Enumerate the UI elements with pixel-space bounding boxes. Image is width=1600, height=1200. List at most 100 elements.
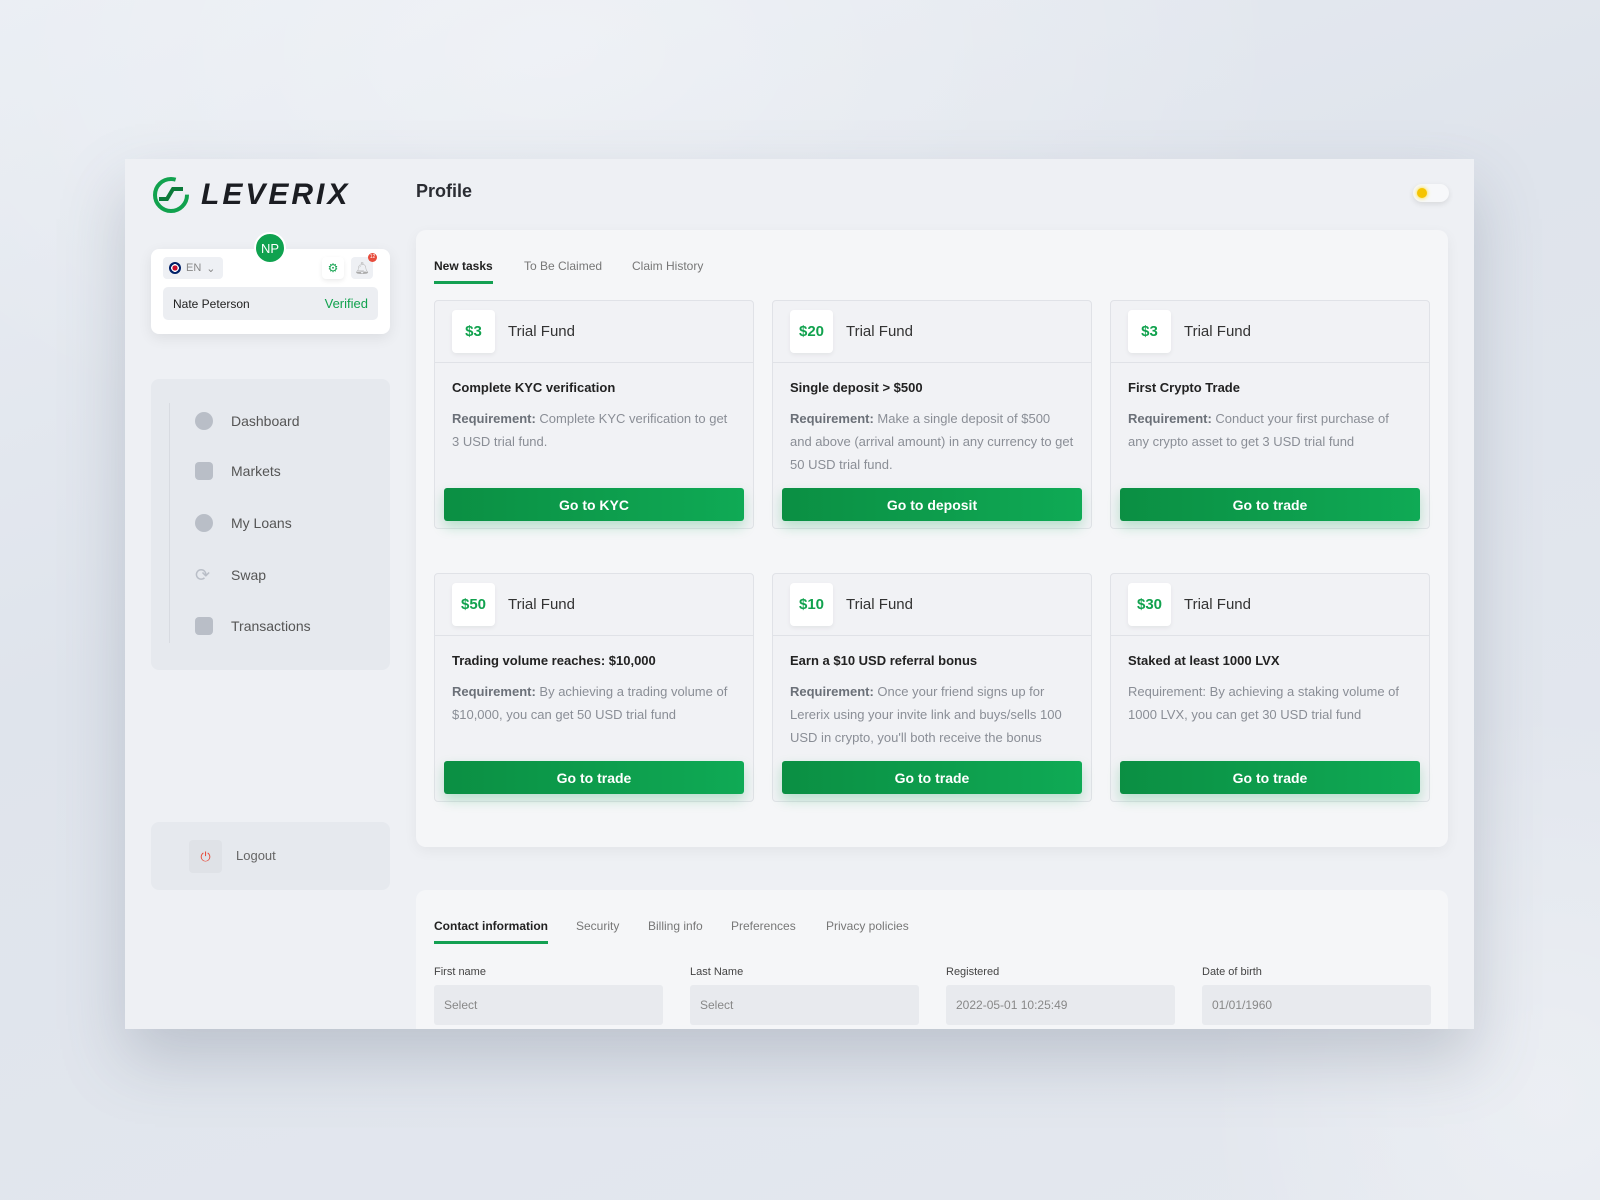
user-card: NP EN ⌄ ⚙ 🔔︎ 12 Nate Peterson Verified <box>151 232 390 334</box>
notifications-button[interactable]: 🔔︎ 12 <box>351 253 377 279</box>
task-requirement: Requirement: Once your friend signs up f… <box>790 680 1074 752</box>
sidebar-item-transactions[interactable]: Transactions <box>195 617 311 635</box>
profile-panel: Contact information Security Billing inf… <box>416 890 1448 1029</box>
loan-icon <box>195 514 213 532</box>
logo[interactable]: LEVERIX <box>151 175 350 215</box>
chevron-down-icon: ⌄ <box>206 262 216 275</box>
gear-icon: ⚙ <box>327 261 339 275</box>
task-title: Trading volume reaches: $10,000 <box>452 653 656 668</box>
task-action-button[interactable]: Go to trade <box>1120 761 1420 794</box>
tab-privacy-policies[interactable]: Privacy policies <box>826 919 909 941</box>
tab-contact-information[interactable]: Contact information <box>434 919 548 944</box>
page-title: Profile <box>416 181 473 201</box>
task-card: $30 Trial Fund Staked at least 1000 LVX … <box>1110 573 1430 802</box>
pie-chart-icon <box>195 412 213 430</box>
task-card: $20 Trial Fund Single deposit > $500 Req… <box>772 300 1092 529</box>
last-name-field[interactable]: Select <box>690 985 919 1025</box>
avatar[interactable]: NP <box>254 232 286 264</box>
task-card: $10 Trial Fund Earn a $10 USD referral b… <box>772 573 1092 802</box>
bell-icon: 🔔︎ <box>354 261 370 275</box>
logo-text: LEVERIX <box>201 178 351 211</box>
fund-amount-badge: $3 <box>452 310 495 353</box>
tab-new-tasks[interactable]: New tasks <box>434 259 493 284</box>
logout-button[interactable]: Logout <box>236 848 276 863</box>
fund-label: Trial Fund <box>1184 323 1251 340</box>
task-requirement: Requirement: Make a single deposit of $5… <box>790 407 1074 479</box>
tab-claim-history[interactable]: Claim History <box>632 259 703 281</box>
task-action-button[interactable]: Go to trade <box>444 761 744 794</box>
requirement-label: Requirement: <box>1128 684 1207 699</box>
last-name-label: Last Name <box>690 966 744 978</box>
settings-button[interactable]: ⚙ <box>322 257 344 279</box>
fund-label: Trial Fund <box>508 323 575 340</box>
fund-label: Trial Fund <box>508 596 575 613</box>
requirement-label: Requirement: <box>790 684 874 699</box>
notification-badge: 12 <box>368 253 377 262</box>
first-name-field[interactable]: Select <box>434 985 663 1025</box>
task-card-header: $3 Trial Fund <box>1111 301 1429 363</box>
verified-status: Verified <box>324 296 368 311</box>
fund-amount-badge: $50 <box>452 583 495 626</box>
task-action-button[interactable]: Go to trade <box>1120 488 1420 521</box>
tab-billing-info[interactable]: Billing info <box>648 919 703 941</box>
tab-to-be-claimed[interactable]: To Be Claimed <box>524 259 602 281</box>
sidebar-item-swap[interactable]: ⟳ Swap <box>195 566 266 584</box>
fund-amount-badge: $3 <box>1128 310 1171 353</box>
task-card-header: $3 Trial Fund <box>435 301 753 363</box>
sidebar-item-label: My Loans <box>231 515 292 531</box>
nav-divider <box>169 403 170 643</box>
sidebar-item-my-loans[interactable]: My Loans <box>195 514 292 532</box>
task-title: Complete KYC verification <box>452 380 616 395</box>
list-icon <box>195 617 213 635</box>
fund-amount-badge: $20 <box>790 310 833 353</box>
requirement-label: Requirement: <box>1128 411 1212 426</box>
language-label: EN <box>186 262 202 274</box>
bank-icon <box>195 462 213 480</box>
task-action-button[interactable]: Go to trade <box>782 761 1082 794</box>
sidebar-nav: Dashboard Markets My Loans ⟳ Swap Transac… <box>151 379 390 670</box>
fund-label: Trial Fund <box>1184 596 1251 613</box>
uk-flag-icon <box>169 262 181 274</box>
sidebar-item-label: Swap <box>231 567 267 583</box>
date-of-birth-label: Date of birth <box>1202 966 1262 978</box>
task-requirement: Requirement: Complete KYC verification t… <box>452 407 736 479</box>
task-card: $3 Trial Fund Complete KYC verification … <box>434 300 754 529</box>
user-name: Nate Peterson <box>173 296 250 311</box>
tasks-panel: New tasks To Be Claimed Claim History $3… <box>416 230 1448 847</box>
logout-icon[interactable]: ⏻ <box>189 840 222 873</box>
registered-field: 2022-05-01 10:25:49 <box>946 985 1175 1025</box>
sidebar-item-label: Dashboard <box>231 413 300 429</box>
task-title: Single deposit > $500 <box>790 380 923 395</box>
task-requirement: Requirement: By achieving a trading volu… <box>452 680 736 752</box>
theme-toggle[interactable] <box>1413 184 1449 202</box>
sidebar-item-dashboard[interactable]: Dashboard <box>195 412 300 430</box>
task-card-header: $20 Trial Fund <box>773 301 1091 363</box>
language-select[interactable]: EN ⌄ <box>163 257 223 279</box>
first-name-label: First name <box>434 966 486 978</box>
registered-label: Registered <box>946 966 1000 978</box>
task-title: Earn a $10 USD referral bonus <box>790 653 978 668</box>
task-card-header: $10 Trial Fund <box>773 574 1091 636</box>
task-card-header: $30 Trial Fund <box>1111 574 1429 636</box>
tab-preferences[interactable]: Preferences <box>731 919 796 941</box>
task-action-button[interactable]: Go to deposit <box>782 488 1082 521</box>
task-card: $50 Trial Fund Trading volume reaches: $… <box>434 573 754 802</box>
date-of-birth-field[interactable]: 01/01/1960 <box>1202 985 1431 1025</box>
requirement-label: Requirement: <box>452 684 536 699</box>
task-action-button[interactable]: Go to KYC <box>444 488 744 521</box>
app-window: LEVERIX Profile NP EN ⌄ ⚙ 🔔︎ 12 Nate Pete… <box>125 159 1474 1029</box>
task-card: $3 Trial Fund First Crypto Trade Require… <box>1110 300 1430 529</box>
task-title: First Crypto Trade <box>1128 380 1240 395</box>
fund-label: Trial Fund <box>846 596 913 613</box>
sidebar-item-label: Transactions <box>231 618 311 634</box>
task-requirement: Requirement: By achieving a staking volu… <box>1128 680 1412 752</box>
task-title: Staked at least 1000 LVX <box>1128 653 1280 668</box>
fund-amount-badge: $30 <box>1128 583 1171 626</box>
swap-icon: ⟳ <box>195 565 211 585</box>
requirement-label: Requirement: <box>452 411 536 426</box>
logout-panel: ⏻ Logout <box>151 822 390 890</box>
logo-icon <box>153 177 189 213</box>
sidebar-item-markets[interactable]: Markets <box>195 462 281 480</box>
tab-security[interactable]: Security <box>576 919 619 941</box>
fund-label: Trial Fund <box>846 323 913 340</box>
